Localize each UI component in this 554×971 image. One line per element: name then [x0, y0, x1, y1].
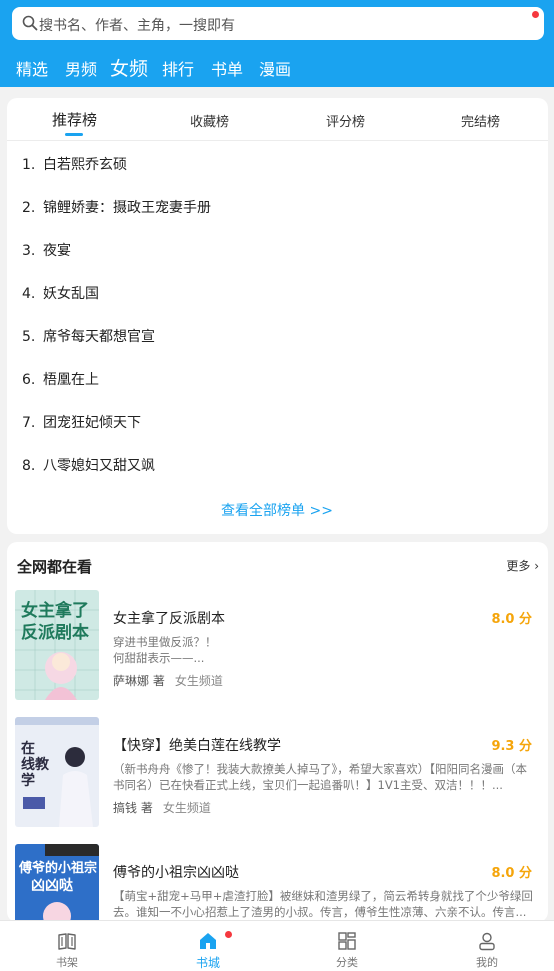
bookstore-icon: [200, 933, 216, 949]
search-bar[interactable]: 搜书名、作者、主角，一搜即有: [12, 7, 544, 40]
channel-tab-booklists[interactable]: 书单: [211, 56, 243, 80]
tab-label: 书城: [195, 956, 220, 970]
rank-tab-recommended[interactable]: 推荐榜: [52, 109, 97, 130]
tab-bookstore[interactable]: 书城: [178, 921, 238, 971]
tab-label: 我的: [476, 956, 498, 969]
section-title: 全网都在看: [17, 558, 93, 576]
rank-item[interactable]: 2. 锦鲤娇妻：摄政王宠妻手册: [22, 197, 211, 217]
top-header: 搜书名、作者、主角，一搜即有 精选 男频 女频 排行 书单 漫画: [0, 0, 554, 87]
book-description: 穿进书里做反派？！ 何甜甜表示——...: [113, 635, 217, 665]
channel-tab-featured[interactable]: 精选: [16, 56, 48, 80]
bottom-tab-bar: 书架 书城 分类 我的: [0, 920, 554, 971]
rank-item[interactable]: 7. 团宠狂妃倾天下: [22, 412, 141, 432]
book-cover: 女主拿了 反派剧本: [15, 590, 99, 700]
book-score: 9.3 分: [491, 739, 532, 754]
svg-text:线教: 线教: [21, 756, 50, 773]
book-channel: 女生频道: [174, 674, 223, 688]
rank-tab-indicator: [65, 133, 83, 136]
tab-category[interactable]: 分类: [317, 921, 377, 971]
book-description: 【萌宝+甜宠+马甲+虐渣打脸】被继妹和渣男绿了，简云希转身就找了个少爷绿回去。谁…: [113, 889, 533, 919]
book-author: 搞钱 著: [113, 801, 153, 815]
book-score: 8.0 分: [491, 866, 532, 881]
category-icon: [338, 932, 356, 950]
notification-dot: [225, 931, 232, 938]
svg-text:凶凶哒: 凶凶哒: [31, 877, 74, 894]
view-all-rankings-link[interactable]: 查看全部榜单 >>: [0, 500, 554, 520]
profile-icon: [479, 932, 495, 951]
more-link[interactable]: 更多 ›: [506, 557, 539, 574]
search-placeholder: 搜书名、作者、主角，一搜即有: [39, 18, 235, 34]
rank-item[interactable]: 8. 八零媳妇又甜又飒: [22, 455, 155, 475]
book-cover: 傅爷的小祖宗 凶凶哒: [15, 844, 99, 920]
channel-tab-ranking[interactable]: 排行: [162, 56, 194, 80]
book-meta: 搞钱 著女生频道: [113, 799, 211, 816]
rank-tab-favorites[interactable]: 收藏榜: [190, 111, 229, 130]
book-description: （新书舟舟《惨了！我装大款撩美人掉马了》，希望大家喜欢）【阳阳同名漫画（本书同名…: [113, 762, 527, 792]
book-title: 【快穿】绝美白莲在线教学: [113, 738, 281, 754]
book-item[interactable]: 女主拿了 反派剧本 女主拿了反派剧本 8.0 分 穿进书里做反派？！ 何甜甜表示…: [0, 590, 554, 700]
book-item[interactable]: 在 线教 学 【快穿】绝美白莲在线教学 9.3 分 （新书舟舟《惨了！我装大款撩…: [0, 717, 554, 827]
book-item[interactable]: 傅爷的小祖宗 凶凶哒 傅爷的小祖宗凶凶哒 8.0 分 【萌宝+甜宠+马甲+虐渣打…: [0, 844, 554, 920]
rank-tab-completed[interactable]: 完结榜: [461, 111, 500, 130]
book-channel: 女生频道: [162, 801, 211, 815]
book-title: 傅爷的小祖宗凶凶哒: [113, 865, 239, 881]
rank-tab-rating[interactable]: 评分榜: [326, 111, 365, 130]
rank-item[interactable]: 3. 夜宴: [22, 240, 71, 260]
rank-item[interactable]: 5. 席爷每天都想官宣: [22, 326, 155, 346]
divider: [7, 140, 548, 141]
svg-text:反派剧本: 反派剧本: [21, 622, 89, 643]
rank-item[interactable]: 1. 白若熙乔玄硕: [22, 154, 127, 174]
channel-tab-female[interactable]: 女频: [110, 54, 148, 81]
book-title: 女主拿了反派剧本: [113, 611, 225, 627]
svg-text:在: 在: [21, 740, 35, 757]
rank-item[interactable]: 4. 妖女乱国: [22, 283, 99, 303]
tab-profile[interactable]: 我的: [457, 921, 517, 971]
svg-text:学: 学: [21, 772, 35, 789]
book-meta: 萨琳娜 著女生频道: [113, 672, 223, 689]
tab-label: 分类: [336, 956, 358, 969]
tab-bookshelf[interactable]: 书架: [37, 921, 97, 971]
channel-tab-male[interactable]: 男频: [65, 56, 97, 80]
channel-tab-comics[interactable]: 漫画: [259, 56, 291, 80]
svg-text:傅爷的小祖宗: 傅爷的小祖宗: [18, 860, 97, 876]
search-icon: [22, 15, 38, 31]
rank-item[interactable]: 6. 梧凰在上: [22, 369, 99, 389]
svg-text:女主拿了: 女主拿了: [21, 600, 89, 621]
book-score: 8.0 分: [491, 612, 532, 627]
book-cover: 在 线教 学: [15, 717, 99, 827]
book-author: 萨琳娜 著: [113, 674, 165, 688]
notification-dot: [532, 11, 539, 18]
bookshelf-icon: [58, 933, 76, 950]
chevron-right-icon: ›: [530, 559, 539, 573]
tab-label: 书架: [56, 956, 78, 969]
